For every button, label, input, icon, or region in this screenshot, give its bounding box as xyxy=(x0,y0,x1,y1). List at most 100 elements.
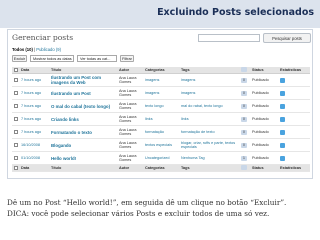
row-checkbox[interactable] xyxy=(14,143,18,147)
post-categories[interactable]: texto longo xyxy=(145,104,164,108)
post-title-cell[interactable]: Formatando o texto xyxy=(49,125,117,139)
post-tags[interactable]: mal do rabal, texto longo xyxy=(181,104,223,108)
post-tags[interactable]: formatação de texto xyxy=(181,130,215,134)
comment-bubble-icon[interactable]: 1 xyxy=(241,155,247,161)
post-categories[interactable]: links xyxy=(145,117,153,121)
post-stats-cell[interactable] xyxy=(278,99,310,113)
post-stats-cell[interactable] xyxy=(278,151,310,165)
table-row[interactable]: 7 hours ago Ilustrando um Post com imagen… xyxy=(12,73,310,87)
post-title-cell[interactable]: Blogando xyxy=(49,138,117,152)
stats-icon[interactable] xyxy=(280,77,285,83)
row-checkbox[interactable] xyxy=(14,91,18,95)
stats-icon[interactable] xyxy=(280,129,285,135)
row-checkbox[interactable] xyxy=(14,156,18,160)
post-date[interactable]: 7 hours ago xyxy=(21,130,41,134)
post-title[interactable]: Criando links xyxy=(51,117,79,122)
post-comments-cell[interactable]: 0 xyxy=(239,73,250,87)
comment-bubble-icon[interactable]: 0 xyxy=(241,77,247,83)
post-date-cell[interactable]: 7 hours ago xyxy=(19,86,49,100)
post-title[interactable]: Blogando xyxy=(51,143,71,148)
row-checkbox[interactable] xyxy=(14,78,18,82)
checkbox-cell[interactable] xyxy=(12,99,19,113)
post-comments-cell[interactable]: 0 xyxy=(239,125,250,139)
post-tags[interactable]: Nenhuma Tag xyxy=(181,156,205,160)
search-posts-button[interactable]: Pesquisar posts xyxy=(263,33,311,43)
post-date[interactable]: 01/10/2008 xyxy=(21,156,40,160)
stats-icon[interactable] xyxy=(280,155,285,161)
post-date[interactable]: 7 hours ago xyxy=(21,117,41,121)
post-title-cell[interactable]: Hello world! xyxy=(49,151,117,165)
post-tags[interactable]: blogar, criar, ruffs e parte, textos esp… xyxy=(181,141,235,149)
post-stats-cell[interactable] xyxy=(278,125,310,139)
post-title-cell[interactable]: Criando links xyxy=(49,112,117,126)
post-categories[interactable]: imagens xyxy=(145,78,159,82)
post-date[interactable]: 16/10/2008 xyxy=(21,143,40,147)
stats-icon[interactable] xyxy=(280,116,285,122)
table-row[interactable]: 16/10/2008 Blogando Ana Laura Gomes textos … xyxy=(12,138,310,152)
table-row[interactable]: 7 hours ago Criando links Ana Laura Gomes l… xyxy=(12,112,310,126)
checkbox-cell[interactable] xyxy=(12,86,19,100)
post-stats-cell[interactable] xyxy=(278,73,310,87)
post-date-cell[interactable]: 7 hours ago xyxy=(19,125,49,139)
post-categories-cell[interactable]: Uncategorized xyxy=(143,151,179,165)
post-tags-cell[interactable]: blogar, criar, ruffs e parte, textos esp… xyxy=(179,138,239,152)
row-checkbox[interactable] xyxy=(14,130,18,134)
post-date-cell[interactable]: 7 hours ago xyxy=(19,99,49,113)
post-stats-cell[interactable] xyxy=(278,86,310,100)
post-categories-cell[interactable]: links xyxy=(143,112,179,126)
post-title[interactable]: Ilustrando um Post xyxy=(51,91,91,96)
post-tags-cell[interactable]: imagens xyxy=(179,73,239,87)
post-comments-cell[interactable]: 0 xyxy=(239,138,250,152)
post-title-cell[interactable]: Ilustrando um Post com imagens da Web xyxy=(49,73,117,87)
table-row[interactable]: 7 hours ago Formatando o texto Ana Laura G… xyxy=(12,125,310,139)
post-title-cell[interactable]: Ilustrando um Post xyxy=(49,86,117,100)
post-date-cell[interactable]: 16/10/2008 xyxy=(19,138,49,152)
checkbox-cell[interactable] xyxy=(12,138,19,152)
post-categories[interactable]: formatação xyxy=(145,130,164,134)
post-date-cell[interactable]: 01/10/2008 xyxy=(19,151,49,165)
comment-bubble-icon[interactable]: 0 xyxy=(241,90,247,96)
row-checkbox[interactable] xyxy=(14,117,18,121)
post-comments-cell[interactable]: 0 xyxy=(239,99,250,113)
post-title-cell[interactable]: O mal do cabal (texto longo) xyxy=(49,99,117,113)
table-row[interactable]: 7 hours ago Ilustrando um Post Ana Laura G… xyxy=(12,86,310,100)
post-categories-cell[interactable]: imagens xyxy=(143,86,179,100)
post-comments-cell[interactable]: 1 xyxy=(239,151,250,165)
post-date-cell[interactable]: 7 hours ago xyxy=(19,112,49,126)
comment-bubble-icon[interactable]: 0 xyxy=(241,142,247,148)
filter-all[interactable]: Todos (10) xyxy=(12,47,33,52)
comment-bubble-icon[interactable]: 0 xyxy=(241,129,247,135)
post-categories-cell[interactable]: imagens xyxy=(143,73,179,87)
comment-bubble-icon[interactable]: 0 xyxy=(241,103,247,109)
table-row[interactable]: 01/10/2008 Hello world! Ana Laura Gomes Unc… xyxy=(12,151,310,165)
post-categories[interactable]: textos especiais xyxy=(145,143,172,147)
stats-icon[interactable] xyxy=(280,90,285,96)
post-tags[interactable]: imagens xyxy=(181,78,195,82)
post-tags[interactable]: imagens xyxy=(181,91,195,95)
post-stats-cell[interactable] xyxy=(278,138,310,152)
filter-button[interactable]: Filtrar xyxy=(120,55,134,62)
post-date[interactable]: 7 hours ago xyxy=(21,91,41,95)
post-title[interactable]: Ilustrando um Post com imagens da Web xyxy=(51,75,101,85)
stats-icon[interactable] xyxy=(280,103,285,109)
checkbox-cell[interactable] xyxy=(12,112,19,126)
post-title[interactable]: Formatando o texto xyxy=(51,130,92,135)
post-stats-cell[interactable] xyxy=(278,112,310,126)
post-date[interactable]: 7 hours ago xyxy=(21,78,41,82)
post-categories[interactable]: Uncategorized xyxy=(145,156,169,160)
post-date[interactable]: 7 hours ago xyxy=(21,104,41,108)
post-categories-cell[interactable]: formatação xyxy=(143,125,179,139)
post-categories[interactable]: imagens xyxy=(145,91,159,95)
post-title[interactable]: Hello world! xyxy=(51,156,76,161)
post-tags-cell[interactable]: formatação de texto xyxy=(179,125,239,139)
checkbox-cell[interactable] xyxy=(12,73,19,87)
post-categories-cell[interactable]: texto longo xyxy=(143,99,179,113)
post-categories-cell[interactable]: textos especiais xyxy=(143,138,179,152)
comment-bubble-icon[interactable]: 0 xyxy=(241,116,247,122)
checkbox-cell[interactable] xyxy=(12,125,19,139)
post-tags-cell[interactable]: mal do rabal, texto longo xyxy=(179,99,239,113)
post-comments-cell[interactable]: 0 xyxy=(239,112,250,126)
search-input[interactable] xyxy=(198,34,260,42)
post-tags-cell[interactable]: imagens xyxy=(179,86,239,100)
post-date-cell[interactable]: 7 hours ago xyxy=(19,73,49,87)
